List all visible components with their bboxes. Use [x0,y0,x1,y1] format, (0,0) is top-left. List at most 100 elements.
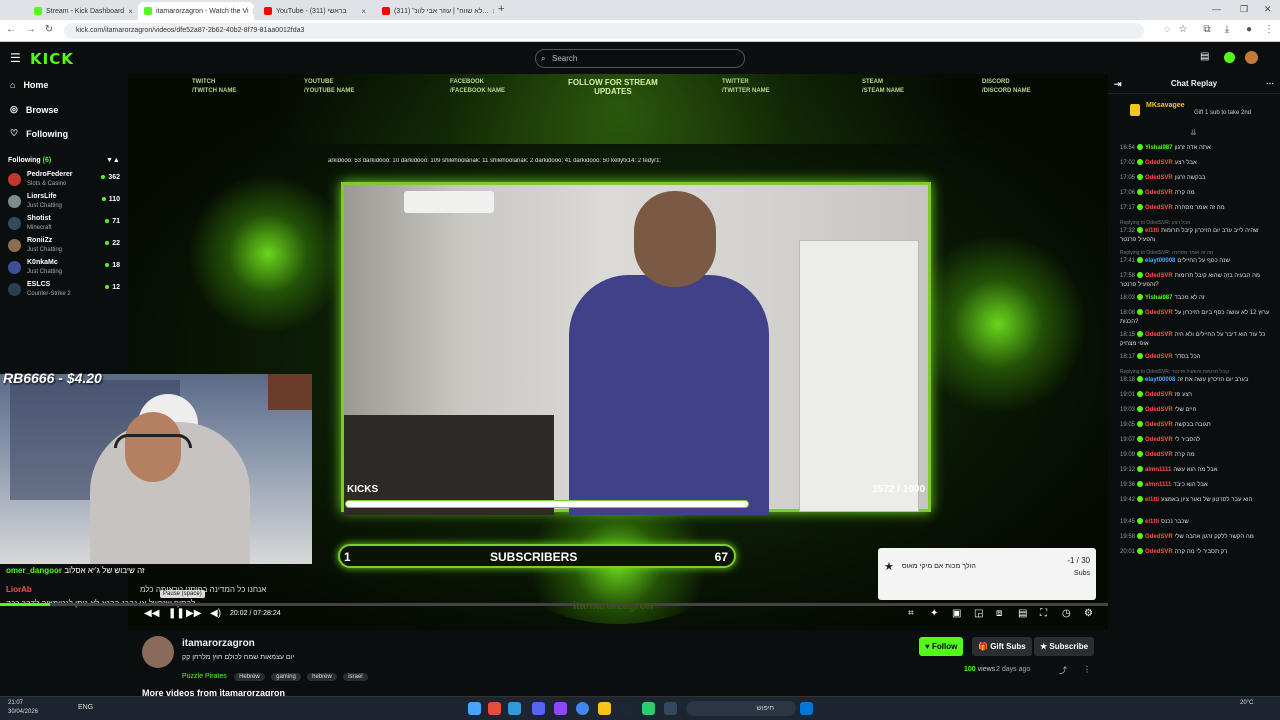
badge-icon [1137,533,1144,540]
app-icon[interactable] [664,702,677,715]
folder-icon[interactable] [598,702,611,715]
browser-tab-active[interactable]: itamarorzagron - Watch the Vi × [138,2,254,20]
app-icon[interactable] [468,702,481,715]
overlay-social-bar: TWITCH/TWITCH NAME YOUTUBE/YOUTUBE NAME … [128,74,1108,110]
browser-tab-bar: Stream - Kick Dashboard × itamarorzagron… [0,0,1280,20]
eye-off-icon[interactable]: ◌ [1160,24,1174,35]
app-icon[interactable] [642,702,655,715]
clock-time: 21:07 [8,700,24,706]
lightning-glow [188,174,348,334]
rewind-icon[interactable]: ◀◀ [144,608,159,619]
kick-coin-icon[interactable] [1224,52,1235,63]
speed-icon[interactable]: ◷ [1062,608,1071,619]
sidebar-item-following[interactable]: ♡ Following [10,128,68,139]
collapse-chat-icon[interactable]: ⇥ [1114,74,1122,94]
windows-start-icon[interactable] [800,702,813,715]
browser-tab[interactable]: Stream - Kick Dashboard × [28,2,136,20]
kick-logo[interactable]: KICK [30,50,74,68]
fast-forward-icon[interactable]: ▶▶ [186,608,201,619]
discord-icon[interactable] [532,702,545,715]
sidebar-channel[interactable]: RoniiZz Just Chatting 22 [8,237,122,257]
chat-message: 17:02 OdedSVR אבל רצע [1120,159,1197,166]
miniplayer-icon[interactable]: ⧈ [996,608,1002,619]
minimize-icon[interactable]: — [1212,4,1221,14]
steam-icon[interactable] [620,702,633,715]
sidebar-channel[interactable]: ESLCS Counter-Strike 2 12 [8,281,122,301]
search-input[interactable]: Search [535,49,745,68]
follow-button[interactable]: ♥ Follow [919,637,964,656]
app-icon[interactable] [488,702,501,715]
sidebar-channel[interactable]: LiorsLife Just Chatting 110 [8,193,122,213]
fullscreen-icon[interactable]: ⛶ [1040,608,1047,619]
streamer-figure [569,275,769,515]
gift-subs-button[interactable]: 🎁 Gift Subs [972,637,1032,656]
sidebar-item-browse[interactable]: ◎ Browse [10,104,58,115]
browser-tab[interactable]: YouTube - (311) בראשי × [258,2,372,20]
inbox-icon[interactable]: ▤ [1200,51,1209,62]
os-taskbar: 21:07 30/04/2026 ENG חיפוש 20°C [0,696,1280,720]
new-tab-icon[interactable]: + [498,3,504,15]
chat-message: 18:08 OdedSVR ערוץ 12 לא עושה כסף ביום הזי… [1120,309,1270,325]
pip-icon[interactable]: ◲ [974,608,983,619]
theater-icon[interactable]: ▣ [952,608,961,619]
url-field[interactable]: kick.com/itamarorzagron/videos/dfe52a87-… [64,23,1144,39]
chat-menu-icon[interactable]: ⋯ [1266,74,1274,94]
social-twitter: TWITTER/TWITTER NAME [722,79,770,94]
profile-avatar-icon[interactable]: ● [1242,24,1256,35]
reload-icon[interactable]: ↻ [42,24,56,35]
channel-name[interactable]: itamarorzagron [182,638,255,649]
tag[interactable]: Hebrew [234,673,265,681]
app-icon[interactable] [554,702,567,715]
tag[interactable]: gaming [271,673,301,681]
close-tab-icon[interactable]: × [253,7,254,16]
avatar [8,173,21,186]
category-link[interactable]: Puzzle Pirates [182,673,227,680]
menu-dots-icon[interactable]: ⋮ [1262,24,1276,35]
chat-message: 17:06 OdedSVR מה קרה [1120,189,1195,196]
youtube-favicon-icon [382,7,390,15]
language-indicator[interactable]: ENG [78,704,93,711]
bookmark-star-icon[interactable]: ☆ [1176,24,1190,35]
back-icon[interactable]: ← [4,24,18,35]
chat-header: ⇥ Chat Replay ⋯ [1108,74,1280,94]
browser-tab[interactable]: (311) "לא שווה" | עוזר אבי לוונ... × [376,2,494,20]
sort-icon[interactable]: ▼▲ [106,157,120,164]
maximize-icon[interactable]: ❐ [1240,4,1248,15]
captions-icon[interactable]: ▤ [1018,608,1027,619]
sparkle-icon[interactable]: ✦ [930,608,938,619]
following-heading: Following (6) [8,157,52,164]
download-icon[interactable]: ⤓ [1220,24,1234,35]
scroll-down-icon[interactable]: ⇊ [1190,128,1197,137]
settings-gear-icon[interactable]: ⚙ [1084,608,1093,619]
clip-icon[interactable]: ⌗ [908,608,914,619]
close-tab-icon[interactable]: × [492,7,494,16]
chrome-icon[interactable] [576,702,589,715]
avatar [8,195,21,208]
clock-date: 30/04/2026 [8,709,39,715]
chat-message: 17:17 OdedSVR מה זה אומר מסחרה [1120,204,1225,211]
volume-icon[interactable]: ◀) [210,608,221,619]
taskbar-search[interactable]: חיפוש [686,701,796,716]
forward-icon[interactable]: → [24,24,38,35]
channel-avatar[interactable] [142,636,174,668]
sidebar-channel[interactable]: K0nkaMc Just Chatting 18 [8,259,122,279]
tag[interactable]: hebrew [307,673,337,681]
extensions-icon[interactable]: ⧉ [1200,24,1214,35]
badge-icon [1137,204,1144,211]
close-window-icon[interactable]: ✕ [1264,4,1272,15]
video-title: יום עצמאות שמח לכולם חוץ מלרחן קק [182,654,295,661]
close-tab-icon[interactable]: × [361,7,366,16]
sidebar-item-home[interactable]: ⌂ Home [10,80,48,90]
sidebar-channel[interactable]: Shotist Minecraft 71 [8,215,122,235]
app-icon[interactable] [508,702,521,715]
social-twitch: TWITCH/TWITCH NAME [192,79,237,94]
more-options-icon[interactable]: ⋮ [1083,665,1091,674]
close-tab-icon[interactable]: × [128,7,133,16]
user-avatar[interactable] [1245,51,1258,64]
hamburger-menu-icon[interactable]: ☰ [10,51,21,65]
subscribe-button[interactable]: ★ Subscribe [1034,637,1095,656]
tag[interactable]: israel [343,673,368,681]
sidebar-channel[interactable]: PedroFederer Slots & Casino 362 [8,171,122,191]
pause-icon[interactable]: ❚❚ [168,608,185,619]
share-icon[interactable]: ⤴ [1059,665,1067,676]
